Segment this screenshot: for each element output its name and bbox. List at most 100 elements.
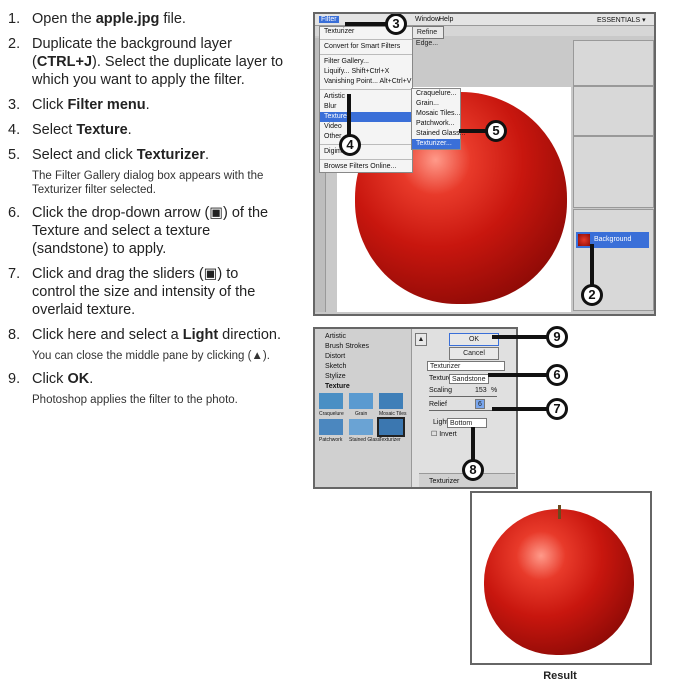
step-note: The Filter Gallery dialog box appears wi… bbox=[32, 170, 264, 196]
scaling-unit: % bbox=[491, 387, 498, 394]
step-text-pre: Click the drop-down arrow (▣) of the Tex… bbox=[32, 205, 269, 257]
menu-help[interactable]: Help bbox=[439, 16, 453, 23]
texture-submenu: Craquelure... Grain... Mosaic Tiles... P… bbox=[411, 88, 465, 150]
texture-dropdown[interactable]: Sandstone bbox=[449, 374, 489, 384]
step-text-bold: Light bbox=[182, 327, 219, 343]
thumb-grain[interactable] bbox=[349, 393, 373, 409]
step-text: Select Texture. bbox=[32, 122, 132, 138]
filter-menu-item[interactable]: Browse Filters Online... bbox=[320, 162, 412, 172]
result-apple bbox=[484, 509, 634, 655]
light-dropdown[interactable]: Bottom bbox=[447, 418, 487, 428]
collapse-pane-button[interactable]: ▲ bbox=[415, 333, 427, 346]
step-text-pre: Click bbox=[32, 97, 68, 113]
step-2: 2. Duplicate the background layer (CTRL+J… bbox=[8, 35, 284, 89]
step-1: 1. Open the apple.jpg file. bbox=[8, 10, 284, 28]
thumb-label: Patchwork bbox=[319, 437, 343, 443]
thumb-label: Mosaic Tiles bbox=[379, 411, 407, 417]
step-text-post: . bbox=[145, 97, 150, 113]
thumb-craquelure[interactable] bbox=[319, 393, 343, 409]
relief-value[interactable]: 6 bbox=[475, 399, 485, 409]
refine-edge-button[interactable]: Refine Edge... bbox=[410, 26, 444, 47]
layer-thumbnail bbox=[578, 234, 590, 246]
step-text: Click OK. bbox=[32, 371, 93, 387]
step-text-pre: Click bbox=[32, 371, 68, 387]
step-text: Duplicate the background layer (CTRL+J).… bbox=[32, 36, 283, 88]
step-number: 4. bbox=[8, 122, 21, 138]
scaling-value[interactable]: 153 bbox=[475, 387, 487, 394]
step-text-bold: Texturizer bbox=[136, 147, 206, 163]
thumb-label: Texturizer bbox=[379, 437, 401, 443]
texture-item[interactable]: Grain... bbox=[412, 99, 460, 109]
result-apple-stem bbox=[558, 505, 561, 519]
relief-slider[interactable] bbox=[429, 410, 497, 411]
texture-item[interactable]: Stained Glass... bbox=[412, 129, 465, 139]
adjustments-panel bbox=[573, 86, 654, 136]
folder-sketch[interactable]: Sketch bbox=[325, 363, 346, 370]
step-text: Click here and select a Light direction. bbox=[32, 327, 281, 343]
layer-row-selected[interactable]: Background bbox=[576, 232, 649, 248]
step-text: Click the drop-down arrow (▣) of the Tex… bbox=[32, 205, 268, 257]
folder-texture[interactable]: Texture bbox=[325, 383, 350, 390]
photoshop-screenshot: Filter Window Help ESSENTIALS ▾ Refine E… bbox=[313, 12, 656, 316]
filter-menu-item[interactable]: Vanishing Point... Alt+Ctrl+V bbox=[320, 77, 412, 87]
step-number: 7. bbox=[8, 266, 21, 282]
invert-label: Invert bbox=[439, 431, 457, 438]
filter-menu-texture[interactable]: Texture bbox=[320, 112, 412, 122]
step-5: 5. Select and click Texturizer. The Filter… bbox=[8, 146, 284, 197]
step-text-pre: Click here and select a bbox=[32, 327, 183, 343]
step-text-pre: Open the bbox=[32, 11, 96, 27]
callout-3: 3 bbox=[345, 14, 407, 35]
filter-menu-item[interactable]: Blur bbox=[320, 102, 412, 112]
step-text-post: file. bbox=[159, 11, 186, 27]
menu-filter[interactable]: Filter bbox=[319, 16, 339, 23]
cancel-button[interactable]: Cancel bbox=[449, 347, 499, 360]
step-4: 4. Select Texture. bbox=[8, 121, 284, 139]
step-text-bold: apple.jpg bbox=[95, 11, 160, 27]
scaling-slider[interactable] bbox=[429, 396, 497, 397]
thumb-patchwork[interactable] bbox=[319, 419, 343, 435]
filter-menu-item[interactable]: Filter Gallery... bbox=[320, 57, 412, 67]
step-text-pre: Select and click bbox=[32, 147, 137, 163]
step-text-bold: Filter menu bbox=[67, 97, 146, 113]
texture-item[interactable]: Mosaic Tiles... bbox=[412, 109, 460, 119]
relief-label: Relief bbox=[429, 401, 447, 408]
texture-item[interactable]: Craquelure... bbox=[412, 89, 460, 99]
step-text-pre: Select bbox=[32, 122, 77, 138]
callout-7: 7 bbox=[492, 398, 572, 420]
folder-distort[interactable]: Distort bbox=[325, 353, 345, 360]
filter-folders-pane: Artistic Brush Strokes Distort Sketch St… bbox=[315, 329, 412, 487]
folder-stylize[interactable]: Stylize bbox=[325, 373, 346, 380]
step-9: 9. Click OK. Photoshop applies the filter … bbox=[8, 370, 284, 407]
texturizer-item[interactable]: Texturizer... bbox=[412, 139, 460, 149]
thumb-stained-glass[interactable] bbox=[349, 419, 373, 435]
texture-item[interactable]: Patchwork... bbox=[412, 119, 460, 129]
scaling-label: Scaling bbox=[429, 387, 452, 394]
step-number: 3. bbox=[8, 97, 21, 113]
menu-window[interactable]: Window bbox=[415, 16, 440, 23]
thumb-label: Craquelure bbox=[319, 411, 344, 417]
invert-checkbox[interactable]: ☐ Invert bbox=[431, 430, 457, 438]
callout-2: 2 bbox=[581, 244, 611, 306]
filter-menu-item[interactable]: Video bbox=[320, 122, 412, 132]
filter-menu-item[interactable]: Liquify... Shift+Ctrl+X bbox=[320, 67, 412, 77]
folder-artistic[interactable]: Artistic bbox=[325, 333, 346, 340]
callout-9: 9 bbox=[492, 326, 572, 348]
step-text-post: . bbox=[205, 147, 210, 163]
step-number: 8. bbox=[8, 327, 21, 343]
folder-brush-strokes[interactable]: Brush Strokes bbox=[325, 343, 369, 350]
presets-panel bbox=[573, 136, 654, 208]
workspace-switcher[interactable]: ESSENTIALS ▾ bbox=[597, 16, 646, 24]
step-note: You can close the middle pane by clickin… bbox=[32, 350, 270, 362]
filter-menu-item[interactable]: Convert for Smart Filters bbox=[320, 42, 412, 52]
thumb-texturizer[interactable] bbox=[377, 417, 405, 437]
result-caption: Result bbox=[543, 670, 577, 682]
effect-layer-item[interactable]: Texturizer bbox=[429, 478, 459, 485]
step-text-post: . bbox=[89, 371, 94, 387]
step-number: 5. bbox=[8, 147, 21, 163]
callout-4: 4 bbox=[339, 94, 369, 156]
callout-5: 5 bbox=[459, 120, 507, 142]
step-text-pre: Click and drag the sliders (▣) to contro… bbox=[32, 266, 256, 318]
filter-menu-item[interactable]: Artistic bbox=[320, 92, 412, 102]
step-text: Select and click Texturizer. bbox=[32, 147, 209, 163]
thumb-mosaic-tiles[interactable] bbox=[379, 393, 403, 409]
